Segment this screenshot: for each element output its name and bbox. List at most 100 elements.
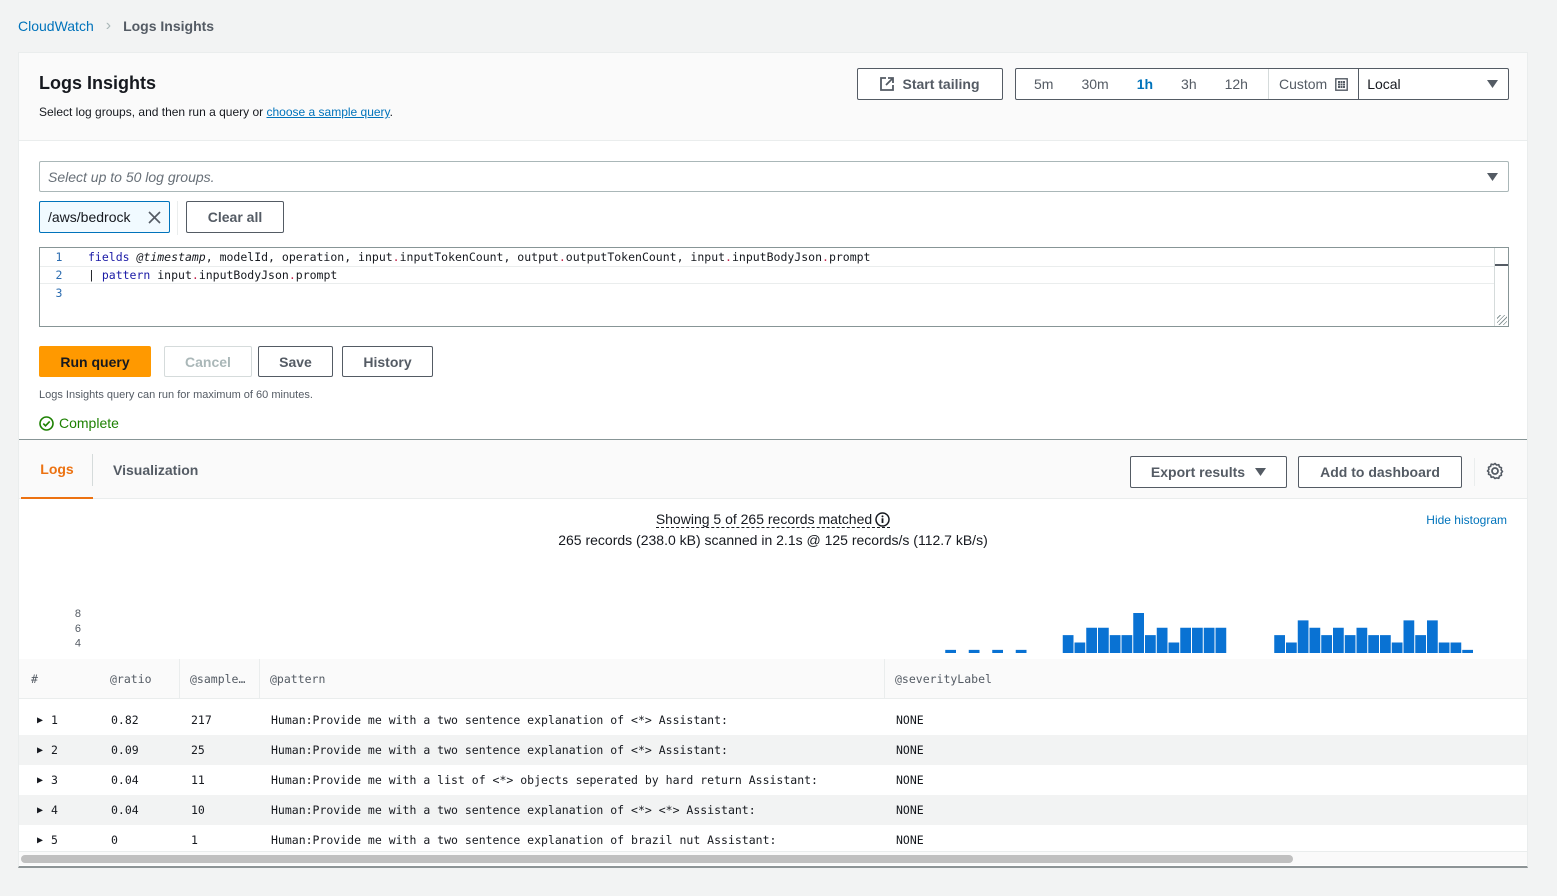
histogram-bar[interactable] [1391, 642, 1403, 654]
breadcrumb-current: Logs Insights [123, 18, 215, 34]
query-hint: Logs Insights query can run for maximum … [39, 389, 313, 401]
table-row[interactable]: ▶ 3 0.04 11 Human:Provide me with a list of … [19, 765, 1527, 795]
histogram-bar[interactable] [1333, 627, 1344, 653]
expand-row-icon[interactable]: ▶ [37, 775, 43, 786]
histogram-bar[interactable] [1380, 635, 1391, 653]
export-results-button[interactable]: Export results [1130, 456, 1287, 488]
severity-cell: NONE [896, 773, 924, 787]
save-button[interactable]: Save [258, 346, 333, 377]
col-header-severity[interactable]: @severityLabel [884, 659, 992, 699]
histogram-bar[interactable] [1062, 635, 1074, 653]
caret-down-icon [1487, 172, 1498, 181]
histogram-bar[interactable] [1133, 613, 1144, 653]
histogram-bar[interactable] [1145, 635, 1156, 653]
hide-histogram-link[interactable]: Hide histogram [1426, 513, 1507, 527]
expand-row-icon[interactable]: ▶ [37, 745, 43, 756]
histogram-bar[interactable] [1286, 642, 1297, 654]
histogram-bar[interactable] [968, 649, 980, 653]
close-icon[interactable] [148, 210, 161, 224]
histogram-bar[interactable] [1427, 620, 1438, 653]
histogram-bar[interactable] [1368, 635, 1379, 653]
timezone-select[interactable]: Local [1358, 69, 1508, 99]
range-12h[interactable]: 12h [1211, 76, 1262, 92]
resize-handle-icon[interactable] [1497, 315, 1507, 325]
range-30m[interactable]: 30m [1067, 76, 1122, 92]
run-query-button[interactable]: Run query [39, 346, 151, 377]
histogram-bar[interactable] [945, 649, 956, 653]
clear-all-button[interactable]: Clear all [186, 201, 284, 233]
line-number: 2 [55, 268, 63, 282]
token-divider [177, 201, 178, 235]
log-group-select[interactable]: Select up to 50 log groups. [39, 161, 1509, 192]
histogram-bar[interactable] [1168, 642, 1180, 654]
histogram-bar[interactable] [1180, 627, 1191, 653]
row-num: 1 [51, 713, 58, 727]
expand-row-icon[interactable]: ▶ [37, 805, 43, 816]
col-header-ratio[interactable]: @ratio [100, 659, 152, 699]
info-icon[interactable] [875, 511, 890, 527]
histogram-bar[interactable] [1215, 627, 1227, 653]
gear-icon[interactable] [1486, 462, 1504, 480]
histogram-bar[interactable] [1015, 649, 1027, 653]
tab-logs[interactable]: Logs [21, 440, 93, 499]
col-header-num: # [31, 672, 38, 686]
expand-row-icon[interactable]: ▶ [37, 715, 43, 726]
histogram-bar[interactable] [1321, 635, 1332, 653]
sample-query-link[interactable]: choose a sample query [266, 105, 389, 119]
scroll-thumb[interactable] [1495, 264, 1508, 266]
query-status: Complete [39, 415, 119, 431]
log-group-token: /aws/bedrock [39, 201, 170, 233]
range-5m[interactable]: 5m [1020, 76, 1067, 92]
histogram-bar[interactable] [1098, 627, 1109, 653]
code-line-2: | pattern input.inputBodyJson.prompt [88, 268, 338, 282]
table-row[interactable]: ▶ 2 0.09 25 Human:Provide me with a two sent… [19, 735, 1527, 765]
histogram-bar[interactable] [1438, 642, 1450, 654]
histogram-bar[interactable] [1074, 642, 1086, 654]
expand-row-icon[interactable]: ▶ [37, 835, 43, 846]
histogram-bar[interactable] [1462, 649, 1473, 653]
sample-cell: 217 [191, 713, 212, 727]
histogram-bar[interactable] [1121, 635, 1133, 653]
row-number: ▶ 4 [37, 795, 58, 825]
histogram-bar[interactable] [1450, 642, 1462, 654]
range-custom[interactable]: Custom [1267, 69, 1358, 99]
histogram-bar[interactable] [1274, 635, 1285, 653]
description-text: Select log groups, and then run a query … [39, 105, 267, 119]
table-row[interactable]: ▶ 4 0.04 10 Human:Provide me with a two sent… [19, 795, 1527, 825]
table-row[interactable]: ▶ 1 0.82 217 Human:Provide me with a two sen… [19, 705, 1527, 735]
histogram-bar[interactable] [1403, 620, 1415, 653]
history-button[interactable]: History [342, 346, 433, 377]
start-tailing-label: Start tailing [902, 76, 980, 92]
export-label: Export results [1150, 464, 1246, 480]
histogram-bar[interactable] [1156, 627, 1168, 653]
start-tailing-button[interactable]: Start tailing [857, 68, 1003, 100]
col-header-sample[interactable]: @sample… [179, 659, 245, 699]
horizontal-scrollbar[interactable] [19, 851, 1527, 865]
histogram-bar[interactable] [1356, 627, 1368, 653]
breadcrumb: CloudWatch › Logs Insights [18, 17, 214, 35]
histogram-bar[interactable] [1309, 627, 1321, 653]
histogram-bar[interactable] [1203, 627, 1215, 653]
line-number: 3 [55, 286, 63, 300]
histogram-bar[interactable] [1344, 635, 1356, 653]
settings-divider [1474, 458, 1475, 486]
range-3h[interactable]: 3h [1167, 76, 1211, 92]
breadcrumb-cloudwatch[interactable]: CloudWatch [18, 18, 94, 34]
query-editor[interactable]: 1 fields @timestamp, modelId, operation,… [39, 247, 1509, 327]
y-tick-label: 2 [75, 652, 81, 653]
histogram-bar[interactable] [1109, 635, 1121, 653]
scroll-thumb[interactable] [21, 855, 1293, 863]
add-to-dashboard-button[interactable]: Add to dashboard [1298, 456, 1462, 488]
line-number: 1 [55, 250, 63, 264]
histogram-bar[interactable] [1086, 627, 1097, 653]
table-header: # @ratio @sample… @pattern @severityLabe… [19, 659, 1527, 699]
col-header-pattern[interactable]: @pattern [259, 659, 325, 699]
histogram-bar[interactable] [1297, 620, 1309, 653]
range-1h[interactable]: 1h [1123, 76, 1167, 92]
log-group-placeholder: Select up to 50 log groups. [48, 168, 215, 185]
histogram-bar[interactable] [1415, 635, 1426, 653]
histogram-bar[interactable] [1192, 627, 1203, 653]
ratio-cell: 0.04 [111, 803, 139, 817]
histogram-bar[interactable] [992, 649, 1003, 653]
tab-visualization[interactable]: Visualization [113, 440, 198, 499]
